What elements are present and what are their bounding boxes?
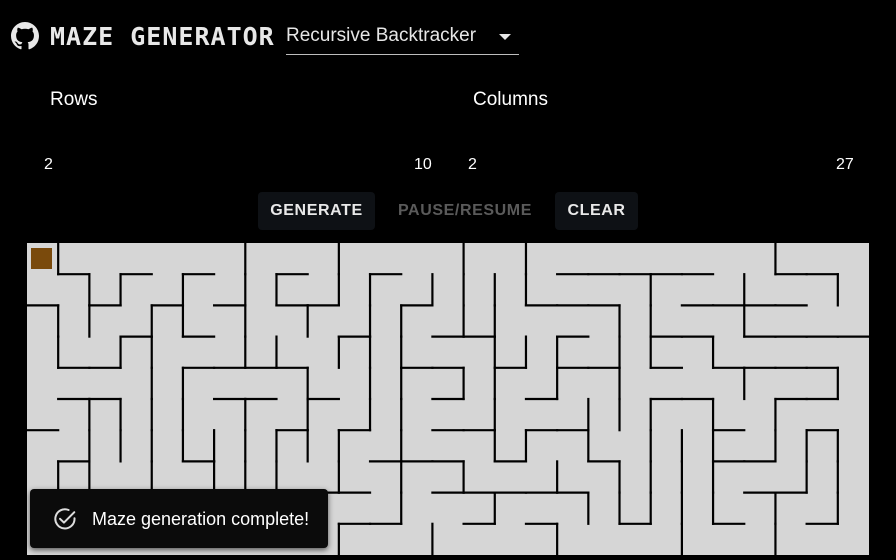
algorithm-select[interactable]: Recursive Backtracker: [286, 20, 519, 55]
github-icon[interactable]: [11, 22, 39, 50]
columns-slider[interactable]: [470, 130, 856, 144]
rows-label: Rows: [50, 89, 98, 110]
rows-min: 2: [44, 156, 53, 173]
toast-notification: Maze generation complete!: [30, 489, 328, 548]
columns-label: Columns: [473, 89, 548, 110]
algorithm-selected-value: Recursive Backtracker: [286, 25, 477, 46]
columns-min: 2: [468, 156, 477, 173]
maze-current-cell: [31, 248, 52, 269]
app-title: MAZE GENERATOR: [50, 22, 275, 51]
app-header: MAZE GENERATOR Recursive Backtracker: [0, 0, 896, 70]
clear-button[interactable]: CLEAR: [555, 192, 638, 230]
generate-button[interactable]: GENERATE: [258, 192, 375, 230]
toast-message: Maze generation complete!: [92, 509, 310, 529]
rows-slider[interactable]: [48, 130, 434, 144]
rows-max: 10: [414, 156, 432, 173]
caret-down-icon: [499, 34, 511, 40]
check-circle-icon: [54, 508, 76, 530]
pause-resume-button: PAUSE/RESUME: [397, 202, 533, 219]
columns-max: 27: [836, 156, 854, 173]
